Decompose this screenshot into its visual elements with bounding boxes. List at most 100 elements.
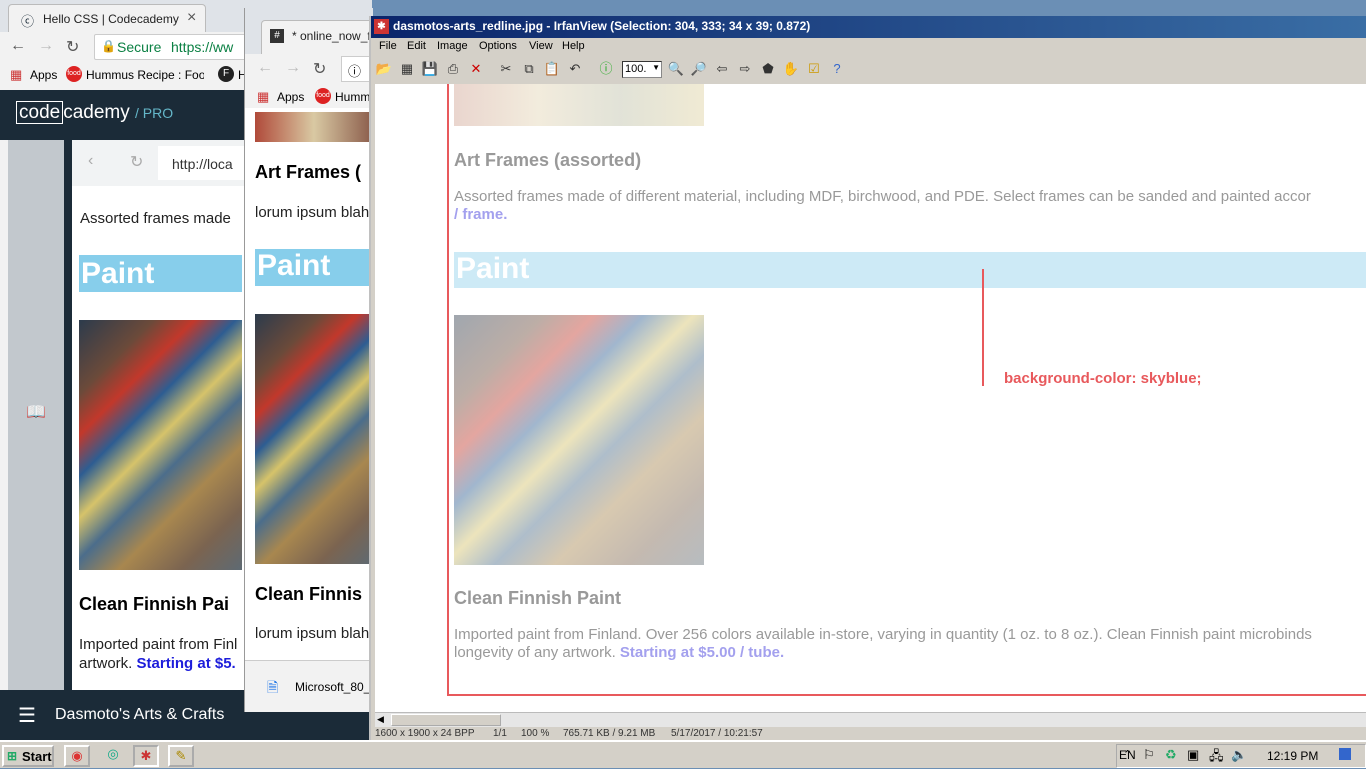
product-price[interactable]: Starting at $5. [137,655,236,672]
frames-desc-faded: Assorted frames made of different materi… [454,188,1311,205]
menu-file[interactable]: File [379,40,397,52]
flag-icon[interactable]: ⚐ [1143,747,1155,763]
status-zoom: 100 % [521,728,550,739]
back-icon[interactable]: ← [10,37,26,55]
image-canvas[interactable]: Art Frames (assorted) Assorted frames ma… [375,84,1366,712]
open-folder-icon[interactable]: 📂 [375,60,393,78]
hand-icon[interactable]: ✋ [782,60,800,78]
frames-desc-2: lorum ipsum blah [255,204,370,221]
lock-icon: 🔒 [101,39,116,53]
annotation-line [982,269,984,386]
book-icon[interactable]: 📖 [26,402,46,422]
download-item[interactable]: Microsoft_80_ [295,680,373,694]
url-text: https://ww [171,39,234,55]
apps-grid-icon[interactable]: ▦ [10,67,22,83]
paste-icon[interactable]: 📋 [543,60,561,78]
menu-bar: File Edit Image Options View Help [371,38,1366,56]
secure-label: Secure [117,39,162,55]
menu-options[interactable]: Options [479,40,517,52]
menu-image[interactable]: Image [437,40,468,52]
taskbar-irfanview-icon[interactable]: ✱ [133,745,159,767]
help-icon[interactable]: ? [828,60,846,78]
forward-icon-2[interactable]: → [285,59,301,77]
status-date: 5/17/2017 / 10:21:57 [671,728,763,739]
options-icon[interactable]: ☑ [805,60,823,78]
copy-icon[interactable]: ⧉ [520,60,538,78]
slideshow-icon[interactable]: ⬟ [759,60,777,78]
forward-icon[interactable]: → [38,37,54,55]
save-icon[interactable]: 💾 [421,60,439,78]
product-desc2-faded: longevity of any artwork. [454,644,616,661]
info-icon[interactable]: ⓘ [597,60,615,78]
device-icon[interactable]: ▣ [1187,747,1199,763]
preview-url: http://loca [172,156,233,172]
menu-edit[interactable]: Edit [407,40,426,52]
next-image-icon[interactable]: ⇨ [736,60,754,78]
chevron-down-icon: ▼ [652,63,660,72]
frames-desc: Assorted frames made [80,210,231,227]
menu-view[interactable]: View [529,40,553,52]
codecademy-logo[interactable]: code cademy / PRO [16,101,173,124]
lesson-title: Dasmoto's Arts & Crafts [55,706,225,723]
tray-expand-icon[interactable]: ⌃ [1123,748,1132,761]
undo-icon[interactable]: ↶ [566,60,584,78]
tab-hello-css[interactable]: ⓒ Hello CSS | Codecademy × [8,4,206,32]
horizontal-scrollbar[interactable]: ◀ [375,712,1366,727]
hamburger-menu-icon[interactable]: ☰ [18,703,36,728]
preview-reload-icon[interactable]: ↻ [130,152,143,172]
product-desc-2: artwork. [79,655,133,672]
cut-icon[interactable]: ✂ [497,60,515,78]
tab-title-2: * online_now_fv [292,29,372,43]
show-desktop-icon[interactable] [1339,748,1351,760]
bookmark-hummus[interactable]: Hummus Recipe : Food N [86,68,204,82]
lesson-sidebar: 📖 [8,140,64,690]
toolbar: 📂 ▦ 💾 ⎙ ✕ ✂ ⧉ 📋 ↶ ⓘ 100. ▼ 🔍 🔎 ⇦ ⇨ ⬟ ✋ ☑ … [371,56,1366,84]
tab-strip-2: # * online_now_fv [245,8,373,54]
back-icon-2[interactable]: ← [257,59,273,77]
taskbar-spotify-icon[interactable]: ◎ [100,745,126,767]
frame-divider [64,140,72,690]
tab-online-now[interactable]: # * online_now_fv [261,20,373,54]
downloads-bar: 🗎 Microsoft_80_ [245,660,373,712]
reload-icon[interactable]: ↻ [66,37,79,57]
menu-help[interactable]: Help [562,40,585,52]
irfanview-window: ✱ dasmotos-arts_redline.jpg - IrfanView … [369,16,1366,740]
frames-image-faded [454,84,704,126]
paint-heading-2: Paint [255,249,373,286]
taskbar: ⊞ Start ◉ ◎ ✱ ✎ EN ⌃ ⚐ ♻ ▣ 🖧 🔈 12:19 PM [0,740,1366,768]
close-tab-icon[interactable]: × [187,9,196,27]
delete-icon[interactable]: ✕ [467,60,485,78]
logo-code: code [16,101,64,124]
print-icon[interactable]: ⎙ [444,60,462,78]
network-icon[interactable]: 🖧 [1209,747,1224,769]
chrome-window-preview: # * online_now_fv ← → ↻ ⓘ ▦ Apps food Hu… [244,8,373,712]
reload-icon-2[interactable]: ↻ [313,59,326,79]
thumbnails-icon[interactable]: ▦ [398,60,416,78]
bookmark-apps-2[interactable]: Apps [277,90,304,104]
zoom-out-icon[interactable]: 🔎 [690,60,708,78]
preview-back-icon[interactable]: ‹ [88,152,93,170]
clock[interactable]: 12:19 PM [1267,749,1318,763]
status-size: 765.71 KB / 9.21 MB [563,728,656,739]
scroll-thumb[interactable] [391,714,501,726]
apps-grid-icon-2[interactable]: ▦ [257,89,269,105]
zoom-value: 100. [625,63,647,75]
tab-title: Hello CSS | Codecademy [43,12,179,26]
irfanview-app-icon[interactable]: ✱ [374,19,389,34]
bookmark-apps[interactable]: Apps [30,68,57,82]
annotation-text: background-color: skyblue; [1004,370,1202,387]
product-desc-faded: Imported paint from Finland. Over 256 co… [454,626,1312,643]
zoom-in-icon[interactable]: 🔍 [667,60,685,78]
scroll-left-icon[interactable]: ◀ [377,714,384,725]
prev-image-icon[interactable]: ⇦ [713,60,731,78]
volume-icon[interactable]: 🔈 [1231,747,1247,763]
sync-icon[interactable]: ♻ [1165,747,1177,763]
paint-tubes-image-2 [255,314,373,564]
taskbar-notepad-icon[interactable]: ✎ [168,745,194,767]
irfanview-titlebar: ✱ dasmotos-arts_redline.jpg - IrfanView … [371,16,1366,38]
windows-flag-icon: ⊞ [7,749,18,763]
start-button[interactable]: ⊞ Start [2,745,54,767]
taskbar-chrome-icon[interactable]: ◉ [64,745,90,767]
zoom-dropdown[interactable]: 100. ▼ [622,61,662,78]
bookmark-hummus-2[interactable]: Hummu [335,90,373,104]
